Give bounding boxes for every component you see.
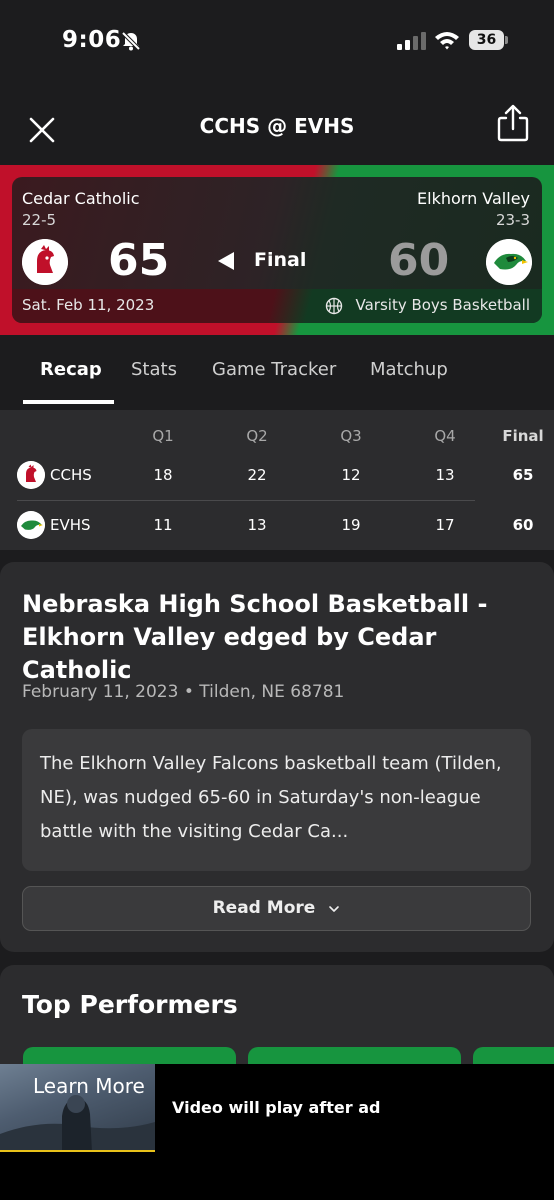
chevron-down-icon [329, 905, 340, 912]
tab-game-tracker[interactable]: Game Tracker [212, 359, 336, 380]
status-time: 9:06 [62, 27, 122, 53]
score-card: Cedar Catholic 22-5 Elkhorn Valley 23-3 … [12, 177, 542, 323]
game-status: Final [254, 249, 307, 271]
home-score: 65 [108, 235, 170, 286]
tab-stats[interactable]: Stats [131, 359, 177, 380]
bell-off-icon [121, 31, 141, 51]
recap-card: Nebraska High School Basketball - Elkhor… [0, 562, 554, 952]
table-cell: 22 [247, 466, 267, 484]
recap-excerpt-box: The Elkhorn Valley Falcons basketball te… [22, 729, 531, 871]
score-footer: Sat. Feb 11, 2023 Varsity Boys Basketbal… [12, 289, 542, 323]
nav-header: CCHS @ EVHS [0, 100, 554, 152]
linescore-table: Q1 Q2 Q3 Q4 Final CCHS 18 22 12 13 65 EV… [0, 410, 554, 550]
ad-learn-more[interactable]: Learn More [33, 1074, 145, 1098]
column-header-final: Final [502, 427, 544, 445]
recap-excerpt: The Elkhorn Valley Falcons basketball te… [40, 753, 502, 842]
active-tab-indicator [23, 400, 114, 404]
table-cell: 18 [153, 466, 173, 484]
table-cell: 12 [341, 466, 361, 484]
signal-icon [397, 32, 426, 50]
away-team-logo-small [17, 511, 45, 539]
recap-headline: Nebraska High School Basketball - Elkhor… [22, 590, 488, 684]
tab-recap[interactable]: Recap [40, 359, 102, 380]
read-more-label: Read More [212, 898, 316, 918]
home-team-name[interactable]: Cedar Catholic [22, 189, 140, 208]
column-header-q4: Q4 [434, 427, 456, 445]
away-score: 60 [388, 235, 450, 286]
column-header-q2: Q2 [246, 427, 268, 445]
table-cell-final: 65 [512, 466, 534, 484]
table-cell: 19 [341, 516, 361, 534]
tab-bar: Recap Stats Game Tracker Matchup [0, 335, 554, 405]
home-team-record: 22-5 [22, 211, 57, 229]
table-cell: 13 [247, 516, 267, 534]
status-bar: 9:06 36 [0, 0, 554, 80]
recap-meta: February 11, 2023 • Tilden, NE 68781 [22, 682, 345, 702]
table-cell: 13 [435, 466, 455, 484]
battery-icon: 36 [469, 30, 509, 50]
ad-message: Video will play after ad [172, 1098, 381, 1117]
ad-thumbnail[interactable]: Learn More [0, 1064, 155, 1152]
scoreboard: Cedar Catholic 22-5 Elkhorn Valley 23-3 … [0, 165, 554, 335]
home-team-logo[interactable] [22, 239, 68, 285]
table-cell: 11 [153, 516, 173, 534]
home-team-logo-small [17, 461, 45, 489]
ad-progress-strip [0, 1150, 155, 1152]
column-header-q1: Q1 [152, 427, 174, 445]
away-team-record: 23-3 [495, 211, 530, 229]
tab-matchup[interactable]: Matchup [370, 359, 448, 380]
column-header-q3: Q3 [340, 427, 362, 445]
wifi-icon [435, 32, 459, 50]
basketball-icon [325, 297, 343, 315]
table-row-team: EVHS [50, 516, 91, 534]
table-row-team: CCHS [50, 466, 92, 484]
winner-arrow-icon [218, 252, 234, 270]
top-performers-title: Top Performers [22, 990, 238, 1019]
away-team-name[interactable]: Elkhorn Valley [417, 189, 530, 208]
battery-level: 36 [469, 30, 504, 50]
away-team-logo[interactable] [486, 239, 532, 285]
share-icon[interactable] [494, 102, 532, 144]
video-ad-banner[interactable]: Learn More Video will play after ad [0, 1064, 554, 1200]
table-cell: 17 [435, 516, 455, 534]
table-cell-final: 60 [512, 516, 534, 534]
page-title: CCHS @ EVHS [199, 114, 355, 138]
game-date: Sat. Feb 11, 2023 [22, 296, 155, 314]
read-more-button[interactable]: Read More [22, 886, 531, 931]
game-type: Varsity Boys Basketball [355, 296, 531, 314]
row-divider [17, 500, 475, 501]
